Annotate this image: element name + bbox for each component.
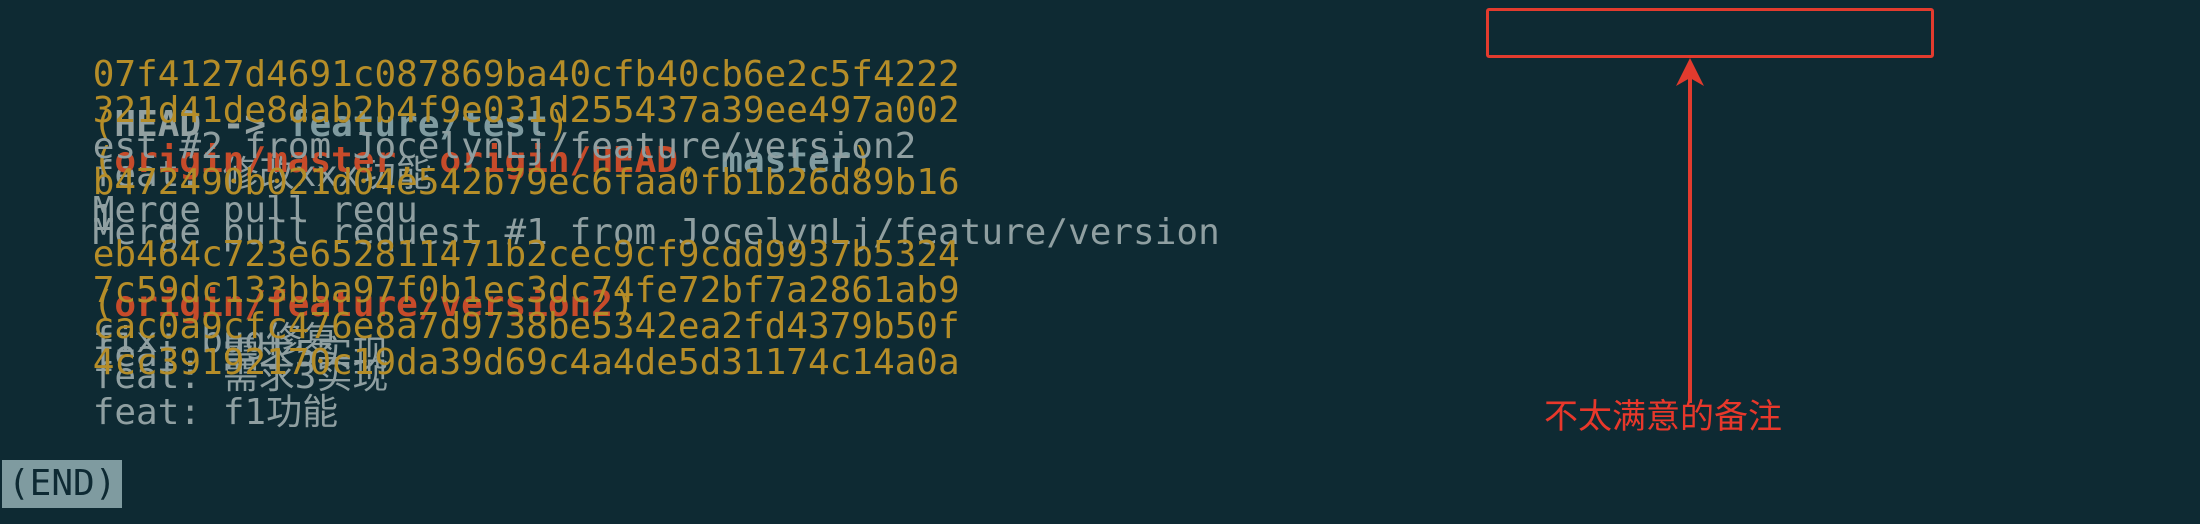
commit-hash: 4cc39192170c19da39d69c4a4de5d31174c14a0a bbox=[92, 342, 960, 383]
pager-end-marker: (END) bbox=[2, 460, 123, 508]
terminal-window[interactable]: 07f4127d4691c087869ba40cfb40cb6e2c5f4222… bbox=[0, 0, 2200, 524]
highlight-box bbox=[1486, 8, 1934, 58]
commit-message: feat: f1功能 bbox=[92, 392, 339, 433]
arrow-up-icon bbox=[1676, 58, 1704, 403]
log-entry: 4cc39192170c19da39d69c4a4de5d31174c14a0a… bbox=[6, 288, 960, 433]
log-entry: b472490b021d04e542b79ec6faa0fb1b26d89b16… bbox=[6, 108, 1220, 253]
annotation-label: 不太满意的备注 bbox=[1544, 397, 1782, 437]
